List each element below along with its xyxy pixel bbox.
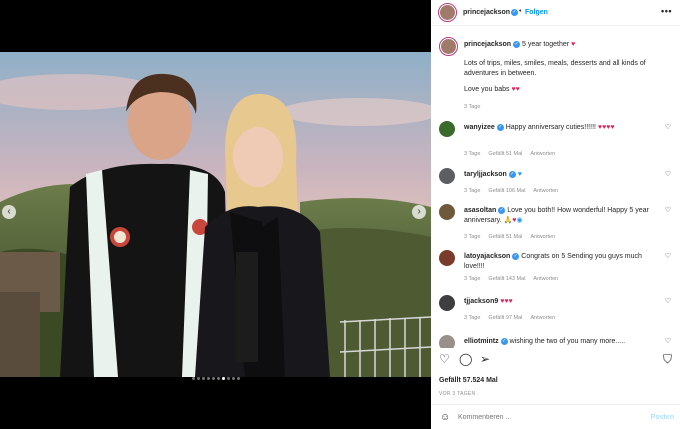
comment-like-heart-icon[interactable]: ♡ <box>665 252 671 262</box>
comment-username[interactable]: latoyajackson <box>464 253 510 260</box>
comment-time: 3 Tage <box>464 315 481 321</box>
comment-time: 3 Tage <box>464 151 481 157</box>
comment-username[interactable]: taryljjackson <box>464 171 507 178</box>
comment-time: 3 Tage <box>464 276 481 282</box>
more-options-icon[interactable]: ••• <box>661 6 672 16</box>
carousel-dot <box>221 377 225 380</box>
post-header: princejackson ✓ • Folgen ••• <box>431 0 680 26</box>
verified-badge-icon: ✓ <box>498 206 506 214</box>
comment-time: 3 Tage <box>464 234 481 240</box>
verified-badge-icon: ✓ <box>496 123 504 131</box>
comment-reply[interactable]: Antworten <box>530 315 555 321</box>
comment-item: tjjackson9 ♥♥♥ 3 Tage Gefällt 97 Mal Antwor… <box>439 295 675 339</box>
carousel-dot <box>226 377 230 380</box>
carousel-dot <box>196 377 200 380</box>
carousel-dot <box>191 377 195 380</box>
comment-meta: 3 Tage Gefällt 97 Mal Antworten <box>464 313 563 323</box>
comment-like-heart-icon[interactable]: ♡ <box>665 170 671 180</box>
post-media: ‹ › <box>0 0 431 429</box>
share-icon[interactable]: ➢ <box>480 352 490 366</box>
heart-icon[interactable]: ♡ <box>439 352 450 366</box>
comment-meta: 3 Tage Gefällt 51 Mal Antworten <box>464 232 563 242</box>
comments-list: princejackson ✓ 5 year together ♥ Lots of… <box>431 27 680 348</box>
comment-like-heart-icon[interactable]: ♡ <box>665 123 671 133</box>
comment-meta: 3 Tage Gefällt 106 Mal Antworten <box>464 186 566 196</box>
comment-username[interactable]: asasoltan <box>464 207 496 214</box>
comment-username[interactable]: tjjackson9 <box>464 298 498 305</box>
comment-likes[interactable]: Gefällt 51 Mal <box>488 151 522 157</box>
verified-badge-icon: ✓ <box>511 9 518 16</box>
comment-text: wishing the two of you many more..... <box>509 338 626 345</box>
comment-icon[interactable]: ◯ <box>459 352 472 366</box>
comment-reply[interactable]: Antworten <box>530 234 555 240</box>
comment-username[interactable]: elliotmintz <box>464 338 499 345</box>
follow-button[interactable]: Folgen <box>525 9 548 16</box>
comment-reply[interactable]: Antworten <box>530 151 555 157</box>
commenter-avatar[interactable] <box>439 335 455 348</box>
author-avatar[interactable] <box>438 3 457 22</box>
next-photo-button[interactable]: › <box>412 205 426 219</box>
carousel-dot <box>201 377 205 380</box>
comment-text: Happy anniversary cuties!!!!!! <box>505 124 596 131</box>
caption: princejackson ✓ 5 year together ♥ Lots of… <box>439 37 675 117</box>
smiley-icon[interactable]: ☺ <box>440 412 450 423</box>
carousel-dot <box>236 377 240 380</box>
author-username[interactable]: princejackson <box>463 9 510 16</box>
comment-likes[interactable]: Gefällt 51 Mal <box>488 234 522 240</box>
comment-likes[interactable]: Gefällt 97 Mal <box>488 315 522 321</box>
verified-badge-icon: ✓ <box>512 252 520 260</box>
verified-badge-icon: ✓ <box>513 40 521 48</box>
caption-username[interactable]: princejackson <box>464 41 511 48</box>
caption-text-line3: Love you babs <box>464 86 510 93</box>
post-photo[interactable] <box>0 52 431 377</box>
comment-reply[interactable]: Antworten <box>533 276 558 282</box>
comment-meta: 3 Tage Gefällt 51 Mal Antworten <box>464 149 563 159</box>
commenter-avatar[interactable] <box>439 121 455 137</box>
caption-avatar[interactable] <box>439 37 458 56</box>
separator: • <box>519 8 522 15</box>
comment-emoji: ♥♥♥ <box>500 298 513 305</box>
comment-like-heart-icon[interactable]: ♡ <box>665 297 671 307</box>
comment-item: asasoltan ✓ Love you both!! How wonderful… <box>439 204 675 248</box>
comment-emoji: 🙏♥◉ <box>503 217 523 224</box>
comment-like-heart-icon[interactable]: ♡ <box>665 206 671 216</box>
heart-emoji: ♥ <box>571 41 576 48</box>
heart-emoji: ♥♥ <box>511 86 520 93</box>
commenter-avatar[interactable] <box>439 204 455 220</box>
verified-badge-icon: ✓ <box>500 337 508 345</box>
comment-item: wanyizee ✓ Happy anniversary cuties!!!!!!… <box>439 121 675 165</box>
carousel-dot <box>211 377 215 380</box>
post-date: VOR 3 TAGEN <box>439 391 476 397</box>
previous-photo-button[interactable]: ‹ <box>2 205 16 219</box>
comment-username[interactable]: wanyizee <box>464 124 495 131</box>
caption-text-line1: 5 year together <box>522 41 570 48</box>
comment-emoji: ♥ <box>517 171 522 178</box>
add-comment-bar: ☺ Posten <box>431 404 680 429</box>
bookmark-icon[interactable]: ⛉ <box>663 352 672 367</box>
commenter-avatar[interactable] <box>439 168 455 184</box>
comment-like-heart-icon[interactable]: ♡ <box>665 337 671 347</box>
comment-time: 3 Tage <box>464 188 481 194</box>
comment-likes[interactable]: Gefällt 106 Mal <box>488 188 525 194</box>
comment-meta: 3 Tage Gefällt 143 Mal Antworten <box>464 274 566 284</box>
caption-time: 3 Tage <box>464 104 481 110</box>
commenter-avatar[interactable] <box>439 250 455 266</box>
carousel-indicator <box>0 367 431 385</box>
comment-reply[interactable]: Antworten <box>533 188 558 194</box>
commenter-avatar[interactable] <box>439 295 455 311</box>
carousel-dot <box>231 377 235 380</box>
carousel-dot <box>206 377 210 380</box>
action-bar: ♡ ◯ ➢ ⛉ <box>439 352 675 370</box>
caption-text-line2: Lots of trips, miles, smiles, meals, des… <box>464 60 646 77</box>
comment-item: elliotmintz ✓ wishing the two of you many… <box>439 335 675 348</box>
comment-item: latoyajackson ✓ Congrats on 5 Sending you… <box>439 250 675 294</box>
verified-badge-icon: ✓ <box>508 170 516 178</box>
carousel-dot <box>216 377 220 380</box>
post-details-panel: princejackson ✓ • Folgen ••• princejacks… <box>431 0 680 429</box>
likes-count[interactable]: Gefällt 57.524 Mal <box>439 377 498 384</box>
post-comment-button[interactable]: Posten <box>651 414 674 421</box>
comment-likes[interactable]: Gefällt 143 Mal <box>488 276 525 282</box>
comment-input[interactable] <box>458 414 618 421</box>
comment-emoji: ♥♥♥♥ <box>597 124 615 131</box>
